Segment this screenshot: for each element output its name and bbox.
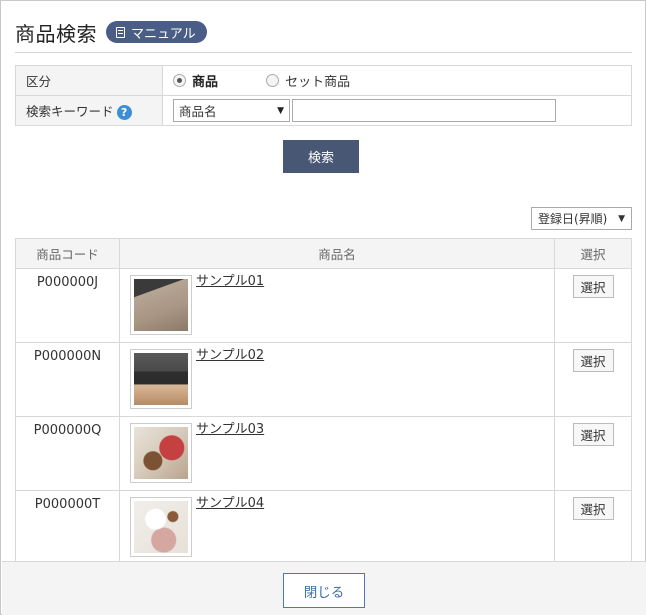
title-row: 商品検索 マニュアル xyxy=(15,15,207,49)
caret-down-icon: ▼ xyxy=(277,105,284,116)
keyword-input[interactable] xyxy=(292,99,556,122)
select-cell: 選択 xyxy=(554,342,632,417)
search-form: 区分 商品 セット商品 検索キーワード? 商品名 ▼ xyxy=(15,65,632,126)
table-row: P000000T サンプル04 選択 xyxy=(15,490,632,561)
category-row: 区分 商品 セット商品 xyxy=(15,65,632,96)
title-divider xyxy=(15,52,632,53)
product-name-link[interactable]: サンプル03 xyxy=(196,423,264,437)
select-button[interactable]: 選択 xyxy=(572,423,614,446)
search-button[interactable]: 検索 xyxy=(283,140,359,173)
product-name-link[interactable]: サンプル02 xyxy=(196,349,264,363)
table-row: P000000J サンプル01 選択 xyxy=(15,268,632,343)
keyword-label: 検索キーワード xyxy=(26,104,114,119)
product-name-cell: サンプル02 xyxy=(119,342,555,417)
product-name-cell: サンプル01 xyxy=(119,268,555,343)
select-button[interactable]: 選択 xyxy=(572,349,614,372)
column-header-name: 商品名 xyxy=(119,238,555,269)
product-code: P000000J xyxy=(15,268,120,343)
category-label: 区分 xyxy=(15,65,163,96)
select-cell: 選択 xyxy=(554,416,632,491)
table-row: P000000N サンプル02 選択 xyxy=(15,342,632,417)
sort-value: 登録日(昇順) xyxy=(538,212,608,226)
dialog-footer: 閉じる xyxy=(2,561,646,615)
product-thumbnail xyxy=(130,497,192,557)
product-thumbnail xyxy=(130,275,192,335)
sort-select[interactable]: 登録日(昇順) ▼ xyxy=(531,207,632,230)
product-image xyxy=(134,427,188,479)
dialog-content: 商品検索 マニュアル 区分 商品 セット商品 検索キーワード? 商品名 ▼ 検索… xyxy=(1,1,646,561)
product-name-cell: サンプル03 xyxy=(119,416,555,491)
product-name-cell: サンプル04 xyxy=(119,490,555,561)
radio-set-product-label: セット商品 xyxy=(285,74,351,90)
product-thumbnail xyxy=(130,423,192,483)
column-header-code: 商品コード xyxy=(15,238,120,269)
product-thumbnail xyxy=(130,349,192,409)
radio-product-circle[interactable] xyxy=(173,73,186,87)
select-button[interactable]: 選択 xyxy=(572,497,614,520)
page-title: 商品検索 xyxy=(15,21,97,46)
results-header: 商品コード 商品名 選択 xyxy=(15,238,632,269)
radio-set-product[interactable]: セット商品 xyxy=(266,71,350,90)
column-header-select: 選択 xyxy=(554,238,632,269)
select-button[interactable]: 選択 xyxy=(572,275,614,298)
category-options: 商品 セット商品 xyxy=(162,65,632,96)
keyword-inputs: 商品名 ▼ xyxy=(162,95,632,126)
table-row: P000000Q サンプル03 選択 xyxy=(15,416,632,491)
dialog-frame: 商品検索 マニュアル 区分 商品 セット商品 検索キーワード? 商品名 ▼ 検索… xyxy=(0,0,646,615)
radio-product[interactable]: 商品 xyxy=(173,71,218,90)
manual-button[interactable]: マニュアル xyxy=(106,21,207,43)
manual-label: マニュアル xyxy=(131,26,196,42)
product-image xyxy=(134,279,188,331)
product-code: P000000Q xyxy=(15,416,120,491)
help-icon[interactable]: ? xyxy=(116,105,132,120)
results-table: 商品コード 商品名 選択 P000000J サンプル01 選択 P000000N… xyxy=(15,238,632,561)
keyword-row: 検索キーワード? 商品名 ▼ xyxy=(15,95,632,126)
product-image xyxy=(134,353,188,405)
product-code: P000000T xyxy=(15,490,120,561)
radio-set-product-circle[interactable] xyxy=(266,73,280,87)
product-code: P000000N xyxy=(15,342,120,417)
document-icon xyxy=(116,26,125,38)
keyword-label-cell: 検索キーワード? xyxy=(15,95,163,126)
product-image xyxy=(134,501,188,553)
product-name-link[interactable]: サンプル04 xyxy=(196,497,264,511)
select-cell: 選択 xyxy=(554,268,632,343)
close-button[interactable]: 閉じる xyxy=(283,573,365,608)
keyword-field-value: 商品名 xyxy=(179,104,217,119)
product-name-link[interactable]: サンプル01 xyxy=(196,275,264,289)
keyword-field-select[interactable]: 商品名 ▼ xyxy=(173,99,290,122)
radio-product-label: 商品 xyxy=(192,74,219,90)
select-cell: 選択 xyxy=(554,490,632,561)
caret-down-icon: ▼ xyxy=(618,213,625,224)
